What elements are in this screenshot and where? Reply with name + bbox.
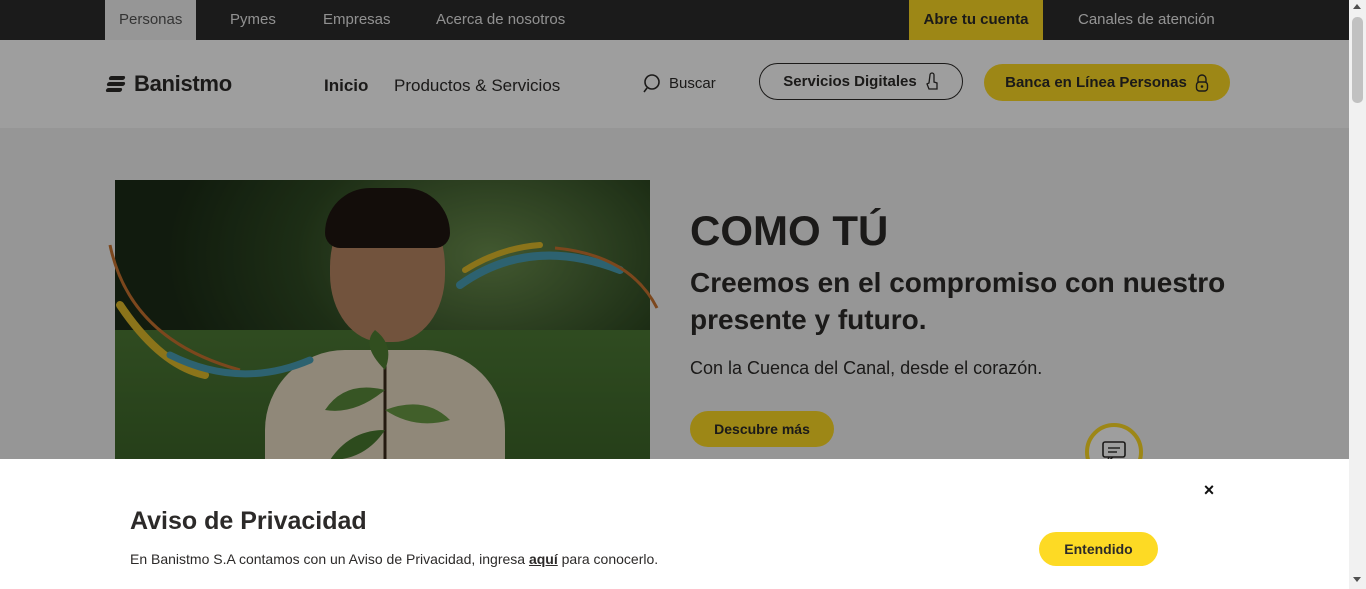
- privacy-title: Aviso de Privacidad: [130, 507, 367, 535]
- entendido-button[interactable]: Entendido: [1039, 532, 1158, 566]
- search-icon: [643, 74, 660, 93]
- search-label: Buscar: [669, 74, 716, 92]
- scroll-up-arrow-icon[interactable]: [1353, 4, 1361, 9]
- hero-title: COMO TÚ: [690, 207, 889, 254]
- main-header: Banistmo Inicio Productos & Servicios Bu…: [0, 40, 1349, 128]
- banca-en-linea-label: Banca en Línea Personas: [1005, 74, 1187, 91]
- nav-productos-servicios[interactable]: Productos & Servicios: [394, 76, 560, 96]
- tab-acerca-de-nosotros[interactable]: Acerca de nosotros: [422, 0, 579, 40]
- tab-personas[interactable]: Personas: [105, 0, 197, 40]
- privacy-link[interactable]: aquí: [529, 551, 558, 567]
- touch-hand-icon: [925, 71, 938, 90]
- scrollbar-thumb[interactable]: [1352, 17, 1363, 103]
- tab-empresas[interactable]: Empresas: [309, 0, 405, 40]
- banistmo-logo[interactable]: Banistmo: [105, 71, 232, 96]
- privacy-text: En Banistmo S.A contamos con un Aviso de…: [130, 551, 658, 567]
- search-button[interactable]: Buscar: [643, 72, 716, 94]
- page-scrollbar[interactable]: [1349, 0, 1366, 589]
- logo-text: Banistmo: [134, 71, 232, 96]
- scroll-down-arrow-icon[interactable]: [1353, 577, 1361, 582]
- close-icon[interactable]: ×: [1201, 481, 1217, 499]
- top-bar: Personas Pymes Empresas Acerca de nosotr…: [0, 0, 1349, 40]
- privacy-banner: × Aviso de Privacidad En Banistmo S.A co…: [0, 459, 1349, 589]
- canales-de-atencion-link[interactable]: Canales de atención: [1078, 0, 1215, 40]
- banca-en-linea-button[interactable]: Banca en Línea Personas: [984, 64, 1230, 101]
- hero-description: Con la Cuenca del Canal, desde el corazó…: [690, 358, 1043, 378]
- privacy-text-after: para conocerlo.: [557, 551, 659, 567]
- decorative-arcs: [108, 242, 659, 379]
- tab-pymes[interactable]: Pymes: [216, 0, 290, 40]
- servicios-digitales-label: Servicios Digitales: [783, 73, 917, 90]
- hero-subtitle: Creemos en el compromiso con nuestro pre…: [690, 267, 1226, 335]
- logo-mark-icon: [105, 74, 128, 94]
- lock-icon: [1195, 73, 1209, 92]
- nav-inicio[interactable]: Inicio: [324, 76, 368, 96]
- privacy-text-before: En Banistmo S.A contamos con un Aviso de…: [130, 551, 529, 567]
- servicios-digitales-button[interactable]: Servicios Digitales: [759, 63, 963, 100]
- abre-tu-cuenta-button[interactable]: Abre tu cuenta: [909, 0, 1043, 40]
- descubre-mas-button[interactable]: Descubre más: [690, 411, 834, 447]
